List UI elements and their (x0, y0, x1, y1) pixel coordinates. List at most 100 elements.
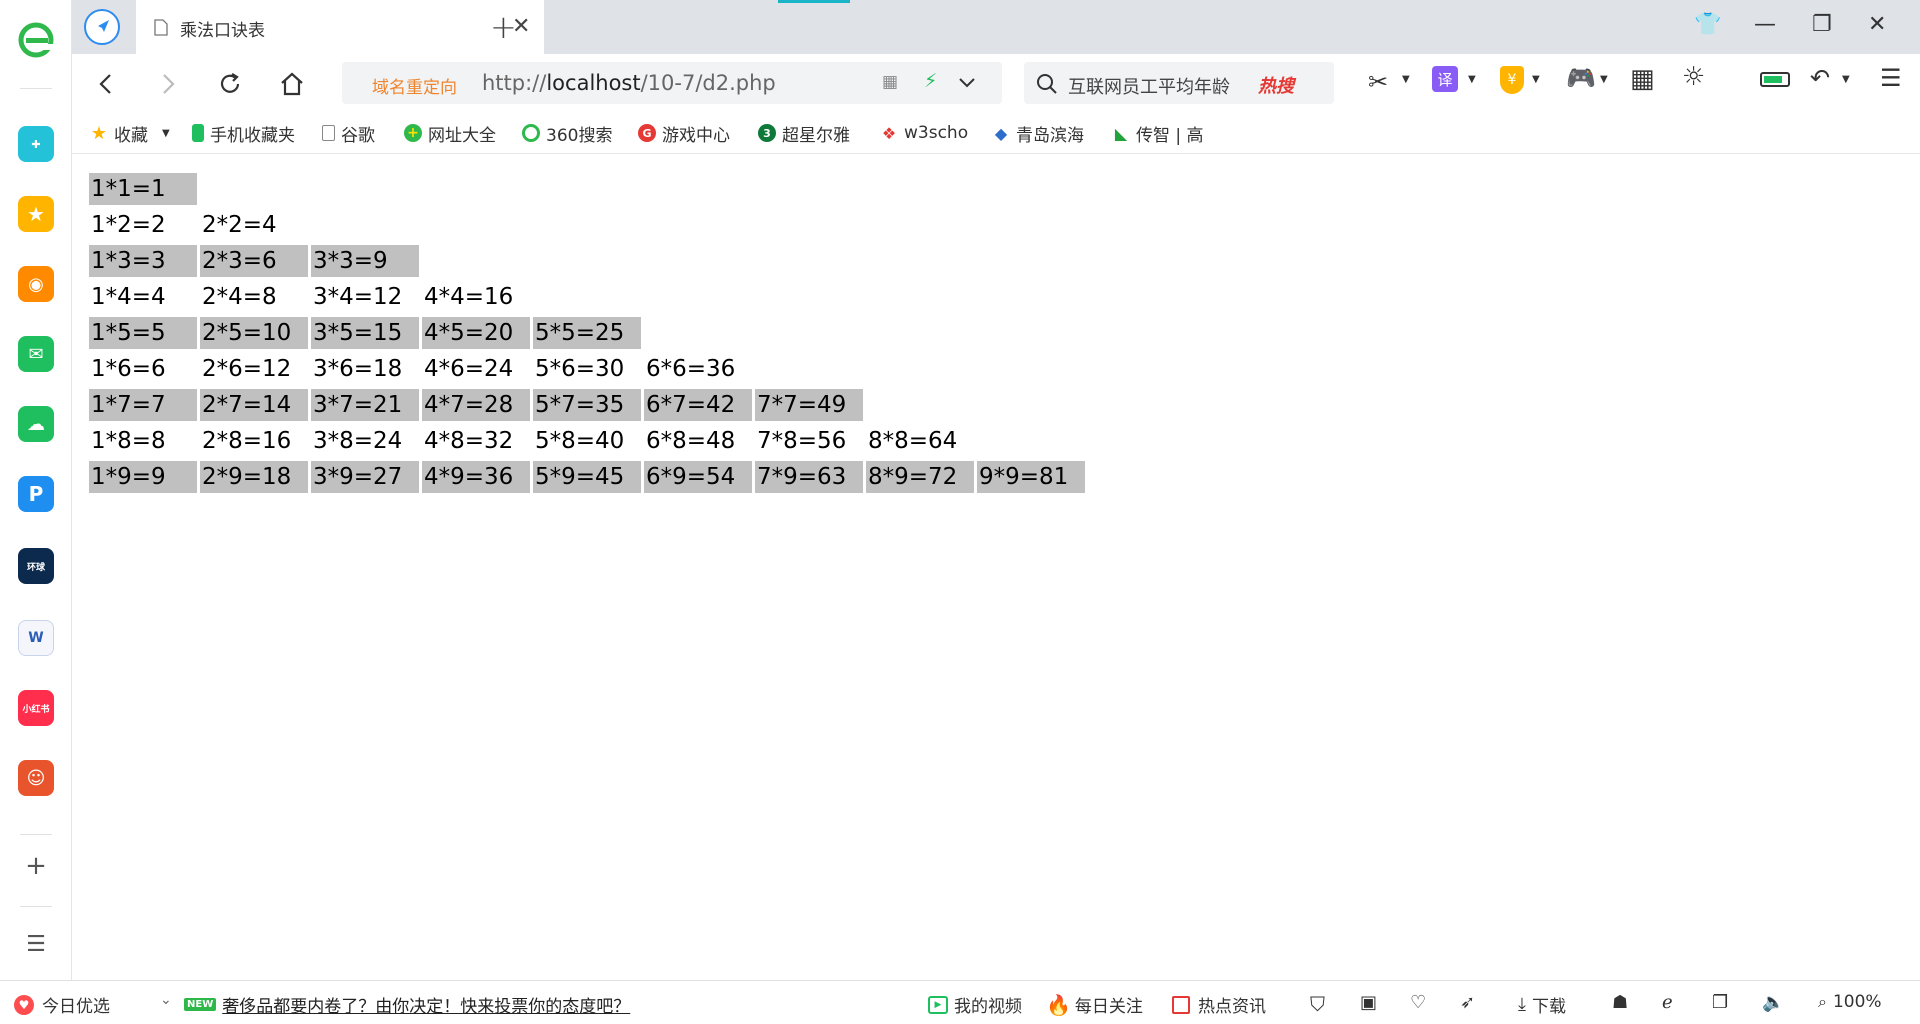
empty-cell (422, 173, 530, 205)
shield-icon[interactable]: ⛉ (1310, 992, 1325, 1016)
bookmark-360-search[interactable]: 360搜索 (522, 122, 612, 146)
forward-button[interactable] (150, 66, 186, 102)
chevron-down-icon[interactable] (958, 76, 976, 90)
close-window-icon[interactable]: ✕ (1868, 12, 1886, 37)
empty-cell (866, 173, 974, 205)
sidebar-cloud-icon[interactable]: ☁ (18, 406, 54, 442)
table-cell: 3*9=27 (311, 461, 419, 493)
sidebar-mail-icon[interactable]: ✉ (18, 336, 54, 372)
empty-cell (977, 245, 1085, 277)
bookmark-label: 谷歌 (341, 125, 375, 146)
sidebar-xiaohongshu-icon[interactable]: 小红书 (18, 690, 54, 726)
bookmark-label: 传智 | 高 (1136, 125, 1204, 146)
bookmark-url-directory[interactable]: + 网址大全 (404, 122, 496, 146)
url-text[interactable]: http://localhost/10-7/d2.php (482, 71, 776, 95)
table-cell: 6*6=36 (646, 356, 736, 382)
news-link[interactable]: 奢侈品都要内卷了？由你决定！快来投票你的态度吧？ (222, 992, 630, 1017)
multiplication-table: 1*1=1 1*2=2 2*2=4 1*3=3 2*3=6 3*3=9 1*4=4 2*4=8… (86, 169, 1088, 497)
new-badge: NEW (184, 998, 217, 1011)
browser-logo-icon[interactable] (16, 20, 56, 60)
sidebar-game-icon[interactable]: ☺ (18, 760, 54, 796)
sidebar-list-icon[interactable]: ☰ (22, 930, 50, 958)
empty-cell (977, 281, 1085, 313)
reload-button[interactable] (212, 66, 248, 102)
home-icon (281, 72, 303, 96)
dropdown-caret-icon[interactable]: ▼ (1532, 74, 1540, 85)
zoom-level[interactable]: ⌕ 100% (1818, 992, 1882, 1012)
news-ticker[interactable]: NEW 奢侈品都要内卷了？由你决定！快来投票你的态度吧？ (184, 992, 630, 1017)
search-box[interactable]: 互联网员工平均年龄 热搜 (1024, 62, 1334, 104)
window-icon[interactable]: ❐ (1712, 992, 1728, 1013)
document-icon (154, 19, 168, 36)
daily-follow[interactable]: 🔥 每日关注 (1046, 992, 1143, 1018)
bookmark-chuanzhi[interactable]: ◣ 传智 | 高 (1112, 122, 1204, 146)
back-button[interactable] (88, 66, 124, 102)
apps-grid-icon[interactable]: ▦ (1630, 64, 1655, 94)
table-cell: 2*3=6 (200, 245, 308, 277)
empty-cell (533, 281, 641, 313)
gamepad-icon[interactable]: 🎮 (1566, 64, 1596, 92)
dropdown-caret-icon[interactable]: ▼ (1468, 74, 1476, 85)
empty-cell (977, 209, 1085, 241)
bookmark-chaoxing[interactable]: 3 超星尔雅 (758, 122, 850, 146)
image-icon[interactable]: ▣ (1360, 992, 1377, 1013)
incognito-icon[interactable]: ☗ (1612, 992, 1628, 1013)
scissors-icon[interactable]: ✂ (1368, 68, 1388, 96)
shield-coupon-icon[interactable]: ¥ (1500, 66, 1524, 94)
table-cell: 2*4=8 (202, 284, 277, 310)
empty-cell (866, 353, 974, 385)
today-pick-label: 今日优选 (42, 997, 110, 1017)
brightness-sun-icon[interactable]: ☼ (1682, 62, 1705, 92)
navigator-compass-icon[interactable] (84, 9, 120, 45)
table-cell: 4*8=32 (424, 428, 514, 454)
hot-search-label[interactable]: 热搜 (1258, 72, 1294, 98)
sidebar-app-clover-icon[interactable]: ✚ (18, 126, 54, 162)
skin-shirt-icon[interactable]: 👕 (1694, 12, 1721, 37)
expand-chevron-icon[interactable]: ⌄ (160, 992, 172, 1008)
dropdown-caret-icon[interactable]: ▼ (1402, 74, 1410, 85)
bookmark-game-center[interactable]: G 游戏中心 (638, 122, 730, 146)
speaker-icon[interactable]: 🔈 (1762, 992, 1784, 1013)
table-row: 1*7=7 2*7=14 3*7=21 4*7=28 5*7=35 6*7=42 7*7=4… (89, 389, 1085, 421)
table-row: 1*6=6 2*6=12 3*6=18 4*6=24 5*6=30 6*6=36 (89, 353, 1085, 385)
table-cell: 5*9=45 (533, 461, 641, 493)
table-cell: 4*9=36 (422, 461, 530, 493)
sidebar-pdf-icon[interactable]: P (18, 476, 54, 512)
rocket-icon[interactable]: ➶ (1460, 992, 1475, 1013)
browser-e-icon[interactable]: ℯ (1662, 992, 1673, 1013)
bookmark-google[interactable]: 谷歌 (322, 122, 375, 146)
sidebar-add-icon[interactable]: + (22, 851, 50, 881)
dropdown-caret-icon[interactable]: ▼ (1842, 74, 1850, 85)
search-icon (1037, 74, 1057, 94)
hot-news[interactable]: 热点资讯 (1172, 992, 1266, 1017)
battery-icon[interactable] (1760, 72, 1790, 87)
sidebar-huanqiu-icon[interactable]: 环球 (18, 548, 54, 584)
my-video[interactable]: ▶ 我的视频 (928, 992, 1022, 1017)
address-bar[interactable]: 域名重定向 http://localhost/10-7/d2.php ▦ ⚡ (342, 62, 1002, 104)
bookmark-favorites[interactable]: ★ 收藏 ▼ (90, 122, 170, 146)
bookmark-w3school[interactable]: ❖ w3scho (880, 122, 968, 144)
sidebar-favorites-star-icon[interactable]: ★ (18, 196, 54, 232)
sidebar-weibo-icon[interactable]: ◉ (18, 266, 54, 302)
empty-cell (755, 245, 863, 277)
translate-icon[interactable]: 译 (1432, 66, 1458, 92)
qr-code-icon[interactable]: ▦ (882, 72, 898, 92)
dropdown-caret-icon[interactable]: ▼ (1600, 74, 1608, 85)
search-suggestion-text[interactable]: 互联网员工平均年龄 (1068, 73, 1230, 99)
menu-icon[interactable]: ☰ (1880, 64, 1902, 92)
restore-icon[interactable]: ❐ (1812, 12, 1832, 37)
health-heart-icon[interactable]: ♡ (1410, 992, 1426, 1013)
minimize-icon[interactable]: — (1754, 12, 1776, 37)
sidebar-word-icon[interactable]: W (18, 620, 54, 656)
today-pick[interactable]: ♥ 今日优选 (14, 992, 110, 1017)
bookmark-qingdao[interactable]: ◆ 青岛滨海 (992, 122, 1084, 146)
bookmark-mobile-favorites[interactable]: 手机收藏夹 (192, 122, 295, 146)
lightning-icon[interactable]: ⚡ (924, 70, 937, 92)
dropdown-caret-icon[interactable]: ▼ (162, 128, 170, 139)
download[interactable]: ⤓ 下载 (1518, 992, 1566, 1017)
redirect-label[interactable]: 域名重定向 (372, 73, 457, 98)
undo-icon[interactable]: ↶ (1810, 64, 1830, 92)
tab-active[interactable]: 乘法口诀表 ✕ (136, 0, 544, 54)
home-button[interactable] (274, 66, 310, 102)
new-tab-icon[interactable]: + (490, 8, 517, 46)
